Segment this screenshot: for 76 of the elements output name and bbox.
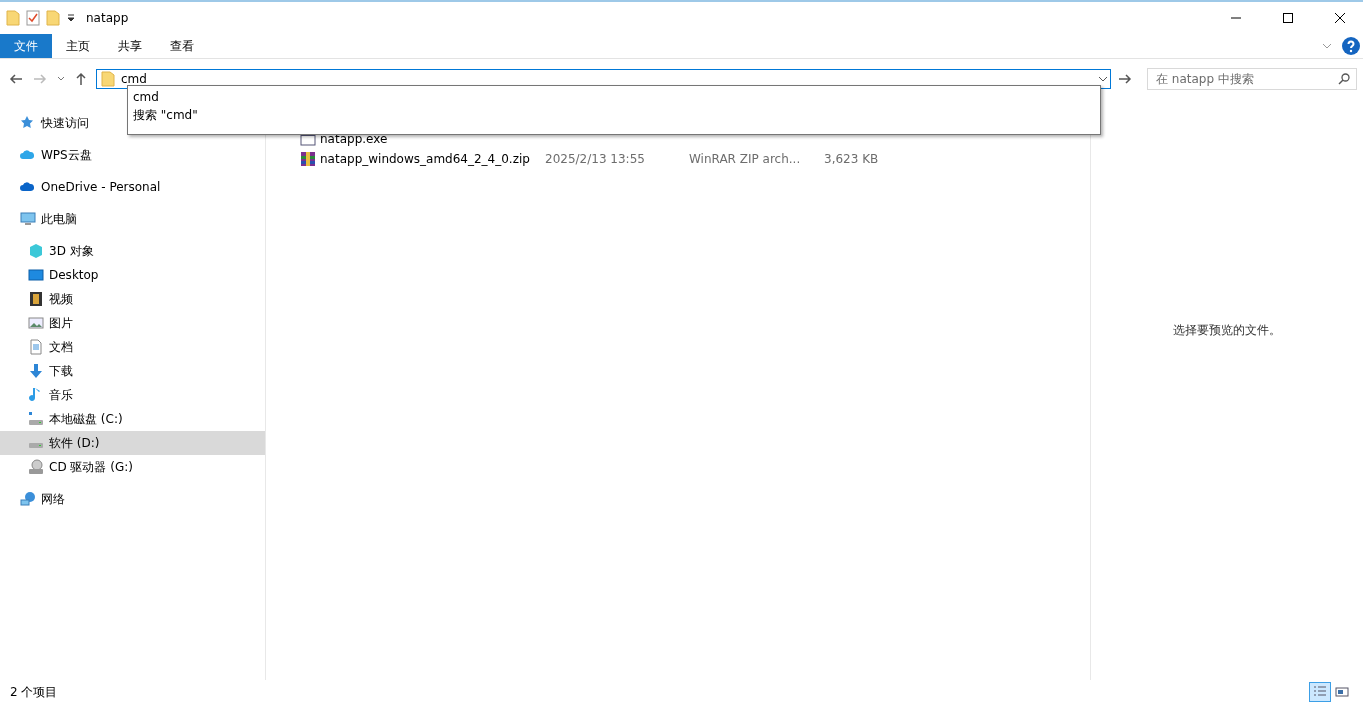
sidebar-label: 图片: [49, 314, 73, 332]
window-title: natapp: [86, 11, 130, 25]
file-name: natapp_windows_amd64_2_4_0.zip: [320, 152, 531, 166]
sidebar-label: WPS云盘: [41, 146, 92, 164]
sidebar-item[interactable]: 音乐: [0, 383, 79, 407]
sidebar-label: 视频: [49, 290, 73, 308]
dropdown-icon[interactable]: [66, 13, 76, 23]
help-icon[interactable]: [1339, 34, 1363, 58]
desktop-icon: [28, 267, 44, 283]
chevron-icon: [57, 76, 65, 82]
star-icon: [20, 115, 36, 131]
sidebar-item[interactable]: 下载: [0, 359, 79, 383]
computer-icon: [20, 211, 36, 227]
drive-icon: [28, 441, 44, 449]
file-row[interactable]: natapp_windows_amd64_2_4_0.zip 2025/2/13 13:55 WinRAR ZIP arch... 3,623 KB: [266, 149, 1090, 169]
archive-icon: [300, 151, 316, 167]
sidebar-label: 下载: [49, 362, 73, 380]
sidebar-item[interactable]: 此电脑: [0, 207, 83, 231]
sidebar-label: 此电脑: [41, 210, 77, 228]
folder-icon: [6, 10, 20, 26]
sidebar-item[interactable]: 文档: [0, 335, 79, 359]
file-type: WinRAR ZIP arch...: [689, 152, 802, 166]
sidebar-item[interactable]: 视频: [0, 287, 79, 311]
right-arrow-icon: [33, 73, 47, 85]
network-icon: [20, 491, 36, 507]
folder-icon: [46, 10, 60, 26]
cd-drive-icon: [28, 459, 44, 475]
drive-icon: [28, 411, 44, 427]
close-icon: [1335, 13, 1345, 23]
sidebar-item[interactable]: 软件 (D:): [0, 431, 265, 455]
file-name: natapp.exe: [320, 132, 389, 146]
preview-message: 选择要预览的文件。: [1173, 322, 1281, 339]
sidebar-label: 快速访问: [41, 114, 89, 132]
sidebar-label: OneDrive - Personal: [41, 180, 161, 194]
sidebar-item[interactable]: 快速访问: [0, 111, 95, 135]
film-icon: [28, 291, 44, 307]
file-date: 2025/2/13 13:55: [545, 152, 646, 166]
sidebar-label: 音乐: [49, 386, 73, 404]
checklist-icon: [26, 10, 40, 26]
sidebar-label: Desktop: [49, 268, 99, 282]
left-arrow-icon: [9, 73, 23, 85]
suggestion-item[interactable]: cmd: [133, 88, 1095, 106]
sidebar-label: 本地磁盘 (C:): [49, 410, 123, 428]
sidebar-label: 文档: [49, 338, 73, 356]
sidebar-item[interactable]: 本地磁盘 (C:): [0, 407, 129, 431]
down-arrow-icon: [28, 363, 44, 379]
up-arrow-icon: [75, 72, 87, 86]
tiles-icon: [1335, 685, 1349, 699]
sidebar-item[interactable]: 3D 对象: [0, 239, 100, 263]
sidebar-label: 3D 对象: [49, 242, 94, 260]
sidebar-item[interactable]: CD 驱动器 (G:): [0, 455, 139, 479]
file-row[interactable]: natapp.exe: [266, 129, 1090, 149]
sidebar-item[interactable]: OneDrive - Personal: [0, 175, 167, 199]
right-arrow-icon: [1118, 73, 1132, 85]
ribbon-tab[interactable]: 共享: [104, 34, 156, 58]
sidebar-item[interactable]: WPS云盘: [0, 143, 98, 167]
item-count: 2 个项目: [10, 683, 59, 701]
image-icon: [28, 315, 44, 331]
file-size: 3,623 KB: [824, 152, 880, 166]
search-icon: [1338, 73, 1350, 85]
sidebar-label: 软件 (D:): [49, 434, 100, 452]
suggestion-item[interactable]: 搜索 "cmd": [133, 106, 1095, 124]
sidebar-label: CD 驱动器 (G:): [49, 458, 133, 476]
sidebar-label: 网络: [41, 490, 65, 508]
ribbon-tab[interactable]: 查看: [156, 34, 208, 58]
document-icon: [28, 339, 44, 355]
sidebar-item[interactable]: 网络: [0, 487, 71, 511]
list-icon: [1313, 685, 1327, 699]
sidebar-item[interactable]: Desktop: [0, 263, 105, 287]
ribbon-tab[interactable]: 主页: [52, 34, 104, 58]
maximize-icon: [1283, 13, 1293, 23]
sidebar-item[interactable]: 图片: [0, 311, 79, 335]
search-box[interactable]: 在 natapp 中搜索: [1147, 68, 1357, 90]
folder-icon: [101, 71, 115, 87]
file-menu-tab[interactable]: 文件: [0, 34, 52, 58]
cube-icon: [28, 243, 44, 259]
